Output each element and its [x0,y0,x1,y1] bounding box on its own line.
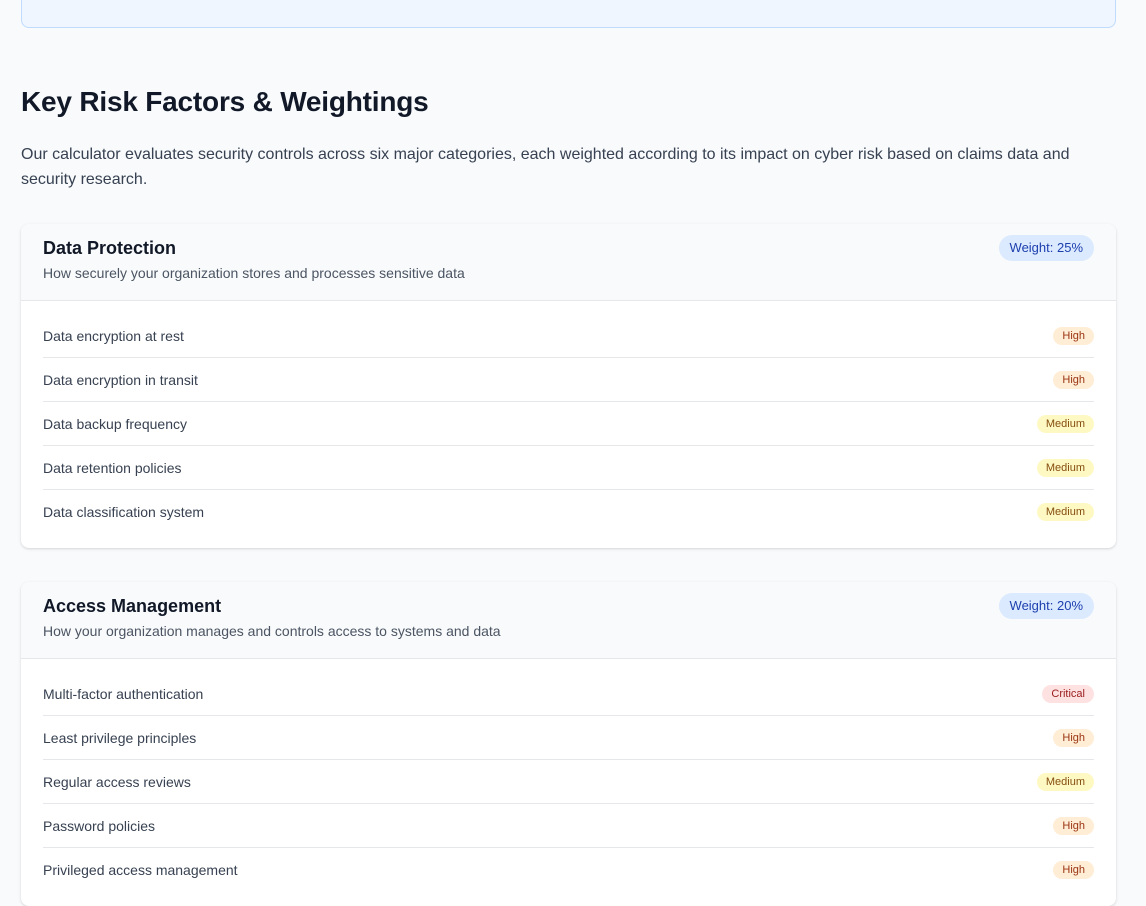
card-header: Access Management How your organization … [21,582,1116,659]
level-badge: High [1053,861,1094,879]
factor-row: Regular access reviews Medium [43,760,1094,804]
card-title: Data Protection [43,238,177,258]
level-badge: High [1053,370,1094,389]
weight-badge: Weight: 25% [998,235,1094,261]
factor-row: Privileged access management High [43,848,1094,892]
factor-row: Data encryption in transit High [43,358,1094,402]
factor-name: Privileged access management [43,862,238,878]
info-callout [21,0,1116,28]
level-badge: Medium [1036,414,1094,433]
weight-badge: Weight: 20% [998,593,1094,619]
page: Key Risk Factors & Weightings Our calcul… [0,0,1146,906]
factor-list: Multi-factor authentication Critical Lea… [21,659,1116,906]
factor-row: Data backup frequency Medium [43,402,1094,446]
factor-name: Least privilege principles [43,729,197,746]
level-badge: Medium [1036,458,1094,477]
level-badge: Medium [1036,772,1094,791]
factor-name: Data encryption at rest [43,327,184,344]
factor-list: Data encryption at rest High Data encryp… [21,301,1116,548]
level-badge: Medium [1036,503,1094,521]
card-description: How securely your organization stores an… [43,265,465,281]
factor-name: Password policies [43,817,156,834]
level-badge: High [1053,816,1094,835]
factor-name: Data encryption in transit [43,371,198,388]
section-title: Key Risk Factors & Weightings [21,86,429,117]
level-badge: Critical [1042,684,1094,703]
factor-name: Data backup frequency [43,415,187,432]
factor-row: Data classification system Medium [43,490,1094,534]
level-badge: High [1053,326,1094,345]
factor-name: Data classification system [43,504,205,520]
card-header: Data Protection How securely your organi… [21,224,1116,301]
card-title: Access Management [43,596,222,616]
section-intro: Our calculator evaluates security contro… [21,146,1070,188]
factor-name: Data retention policies [43,459,182,476]
factor-row: Multi-factor authentication Critical [43,672,1094,716]
card-description: How your organization manages and contro… [43,623,501,639]
factor-name: Multi-factor authentication [43,685,204,702]
factor-row: Data encryption at rest High [43,314,1094,358]
factor-row: Data retention policies Medium [43,446,1094,490]
category-card-data-protection: Data Protection How securely your organi… [21,224,1116,548]
level-badge: High [1053,728,1094,747]
factor-row: Password policies High [43,804,1094,848]
factor-row: Least privilege principles High [43,716,1094,760]
factor-name: Regular access reviews [43,773,191,790]
category-card-access-management: Access Management How your organization … [21,582,1116,906]
